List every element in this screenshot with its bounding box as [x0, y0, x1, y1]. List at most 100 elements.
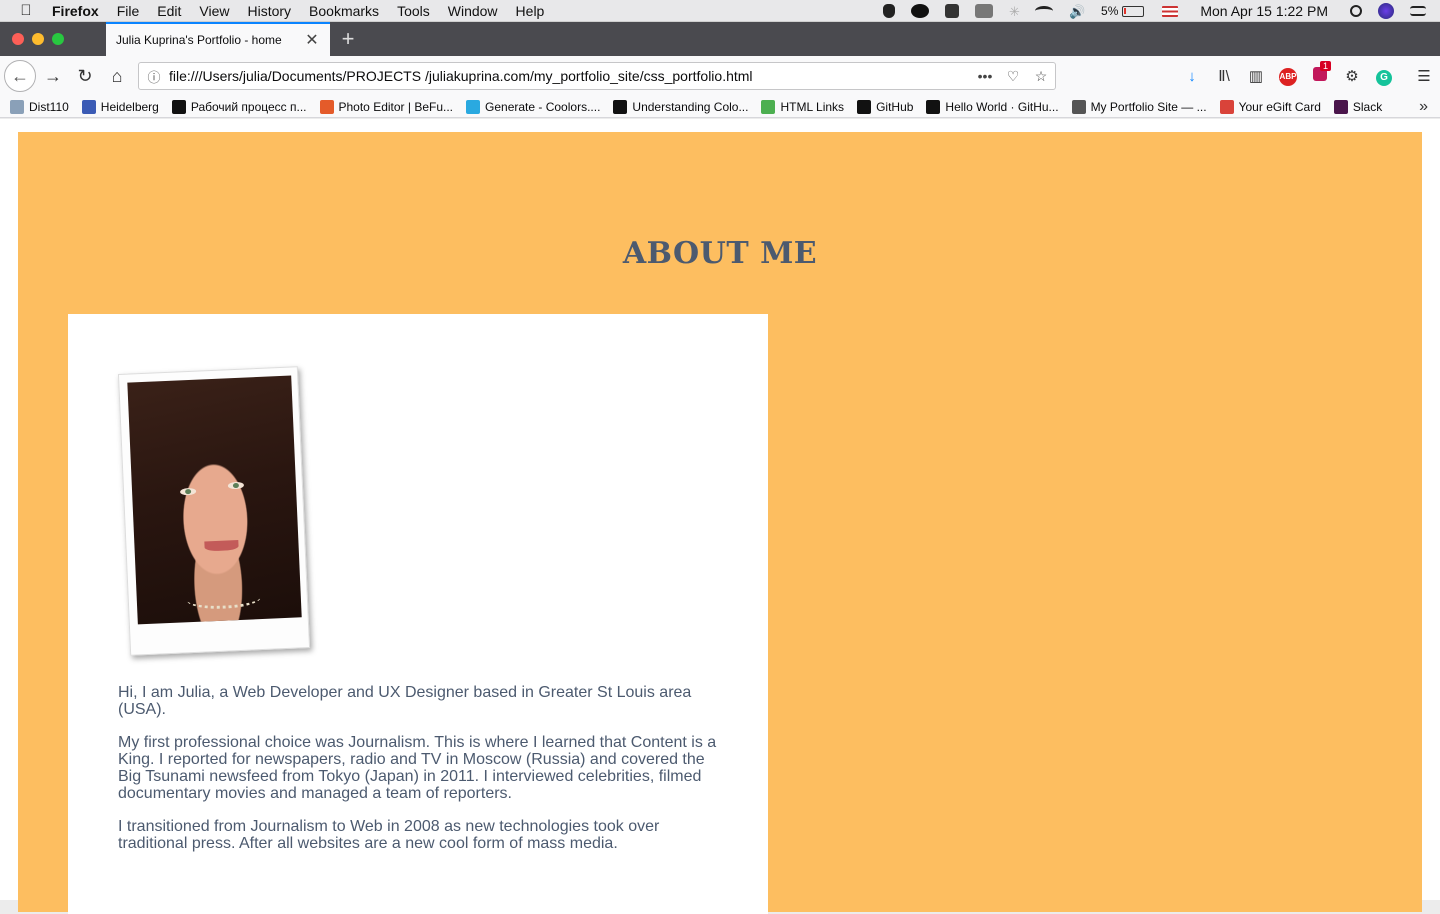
- creative-cloud-icon[interactable]: [911, 4, 930, 18]
- bookmark-label: Hello World · GitHu...: [945, 99, 1059, 114]
- forward-button[interactable]: →: [39, 62, 67, 90]
- menu-app-firefox[interactable]: Firefox: [52, 3, 108, 19]
- battery-icon[interactable]: [1122, 5, 1145, 17]
- bookmark-label: Dist110: [29, 99, 69, 114]
- bookmark-item[interactable]: Understanding Colo...: [613, 99, 749, 114]
- w3schools-icon: [761, 99, 776, 114]
- globe-icon: [1071, 99, 1086, 114]
- bookmark-item[interactable]: Heidelberg: [81, 99, 159, 114]
- url-bar[interactable]: ⓘ ••• ♡ ☆: [138, 62, 1056, 90]
- minimize-window-button[interactable]: [32, 33, 44, 45]
- toolbar-right: ↓ Ⅱ\ ▥ ABP 1 ⚙ G ☰: [1176, 61, 1440, 90]
- sidebar-icon[interactable]: ▥: [1240, 67, 1272, 85]
- volume-icon[interactable]: 🔊: [1069, 4, 1087, 19]
- url-input[interactable]: [169, 68, 971, 84]
- tab-title: Julia Kuprina's Portfolio - home: [116, 33, 282, 47]
- menu-bookmarks[interactable]: Bookmarks: [300, 3, 388, 19]
- menubar-clock[interactable]: Mon Apr 15 1:22 PM: [1200, 3, 1328, 19]
- page-heading: ABOUT ME: [622, 236, 818, 271]
- bookmark-star-icon[interactable]: ☆: [1027, 68, 1055, 85]
- flag-icon[interactable]: [1162, 5, 1179, 17]
- coolors-icon: [466, 99, 481, 114]
- pocket-icon[interactable]: ♡: [999, 68, 1027, 85]
- downloads-icon[interactable]: ↓: [1176, 68, 1208, 85]
- bookmark-item[interactable]: My Portfolio Site — ...: [1071, 99, 1207, 114]
- befunky-icon: [319, 99, 334, 114]
- github-icon: [857, 99, 872, 114]
- profile-photo: [127, 375, 302, 625]
- zoom-window-button[interactable]: [52, 33, 64, 45]
- battery-percent: 5%: [1101, 4, 1119, 18]
- bookmark-item[interactable]: Dist110: [10, 99, 69, 114]
- bio-text: Hi, I am Julia, a Web Developer and UX D…: [118, 684, 722, 868]
- bookmark-label: Slack: [1352, 99, 1383, 114]
- status-area: ✳ 🔊 5% Mon Apr 15 1:22 PM: [875, 0, 1440, 22]
- close-tab-icon[interactable]: ✕: [304, 30, 320, 50]
- bookmark-item[interactable]: Рабочий процесс п...: [171, 99, 307, 114]
- spotlight-search-icon[interactable]: [1350, 5, 1362, 17]
- extension-icon[interactable]: 1: [1304, 61, 1336, 85]
- menu-window[interactable]: Window: [439, 3, 507, 19]
- bookmark-item[interactable]: Hello World · GitHu...: [926, 99, 1059, 114]
- bookmark-label: Heidelberg: [100, 99, 159, 114]
- bookmarks-overflow-icon[interactable]: »: [1419, 96, 1428, 117]
- home-button[interactable]: ⌂: [103, 62, 131, 90]
- profile-photo-frame: [117, 366, 311, 656]
- slack-icon: [1333, 99, 1348, 114]
- calendar-icon: [81, 99, 96, 114]
- siri-icon[interactable]: [1378, 3, 1394, 19]
- menu-edit[interactable]: Edit: [148, 3, 190, 19]
- bio-paragraph: Hi, I am Julia, a Web Developer and UX D…: [118, 684, 692, 718]
- about-card: Hi, I am Julia, a Web Developer and UX D…: [68, 314, 768, 914]
- photo-necklace: [186, 587, 262, 611]
- new-tab-button[interactable]: +: [338, 26, 358, 52]
- display-icon[interactable]: [975, 4, 994, 18]
- dropbox-icon[interactable]: [945, 4, 960, 18]
- bookmark-label: Understanding Colo...: [632, 99, 749, 114]
- chart-icon: [613, 99, 628, 114]
- notification-center-icon[interactable]: [1410, 6, 1426, 16]
- page-viewport: ABOUT ME Hi, I am Julia, a Web Developer…: [0, 119, 1440, 914]
- bio-paragraph: I transitioned from Journalism to Web in…: [118, 818, 660, 852]
- bio-paragraph: My first professional choice was Journal…: [118, 734, 717, 802]
- menu-history[interactable]: History: [238, 3, 300, 19]
- bookmarks-bar: Dist110 Heidelberg Рабочий процесс п... Pho…: [0, 96, 1440, 118]
- back-button[interactable]: ←: [4, 60, 36, 92]
- menu-file[interactable]: File: [108, 3, 149, 19]
- bookmark-label: GitHub: [876, 99, 914, 114]
- bookmark-label: Your eGift Card: [1238, 99, 1321, 114]
- bookmark-item[interactable]: Photo Editor | BeFu...: [319, 99, 453, 114]
- nav-toolbar: ← → ↻ ⌂ ⓘ ••• ♡ ☆ ↓ Ⅱ\ ▥ ABP 1 ⚙ G ☰: [0, 56, 1440, 96]
- battery-level-fill: [1124, 7, 1127, 14]
- extension-gear-icon[interactable]: ⚙: [1336, 67, 1368, 85]
- menu-tools[interactable]: Tools: [388, 3, 439, 19]
- bluetooth-icon[interactable]: ✳: [1009, 4, 1020, 19]
- adblock-plus-icon[interactable]: ABP: [1272, 66, 1304, 86]
- bookmark-item[interactable]: Slack: [1333, 99, 1383, 114]
- menu-view[interactable]: View: [190, 3, 238, 19]
- about-section: ABOUT ME Hi, I am Julia, a Web Developer…: [18, 132, 1422, 914]
- close-window-button[interactable]: [12, 33, 24, 45]
- menu-hamburger-icon[interactable]: ☰: [1408, 67, 1440, 85]
- grammarly-icon[interactable]: G: [1368, 67, 1400, 86]
- wifi-icon[interactable]: [1035, 6, 1054, 16]
- medium-icon: [171, 99, 186, 114]
- github-icon: [926, 99, 941, 114]
- menu-help[interactable]: Help: [507, 3, 554, 19]
- reload-button[interactable]: ↻: [71, 62, 99, 90]
- bookmark-item[interactable]: GitHub: [857, 99, 914, 114]
- tab-active[interactable]: Julia Kuprina's Portfolio - home ✕: [106, 22, 330, 56]
- macos-menu-bar:  Firefox File Edit View History Bookmar…: [0, 0, 1440, 22]
- bookmark-item[interactable]: Generate - Coolors....: [466, 99, 600, 114]
- site-info-icon[interactable]: ⓘ: [139, 67, 169, 86]
- library-icon[interactable]: Ⅱ\: [1208, 67, 1240, 85]
- bookmark-item[interactable]: HTML Links: [761, 99, 844, 114]
- shield-icon[interactable]: [883, 4, 896, 18]
- photo-right-eye: [227, 481, 245, 490]
- bookmark-icon: [10, 99, 24, 114]
- page-actions-icon[interactable]: •••: [971, 68, 999, 84]
- bookmark-label: My Portfolio Site — ...: [1090, 99, 1207, 114]
- photo-lips: [204, 539, 239, 552]
- bookmark-item[interactable]: Your eGift Card: [1219, 99, 1321, 114]
- apple-menu-icon[interactable]: : [0, 2, 52, 19]
